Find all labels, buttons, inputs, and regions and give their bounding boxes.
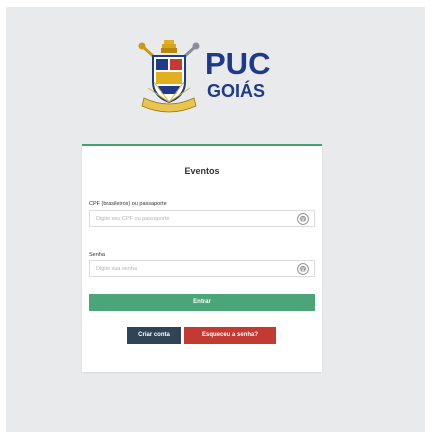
card-title: Eventos [184,166,220,176]
senha-label: Senha [89,252,105,258]
cpf-input[interactable] [90,211,296,226]
entrar-button[interactable]: Entrar [89,294,315,311]
puc-goias-logo: PUC GOIÁS [134,38,284,116]
fingerprint-icon[interactable] [297,213,309,225]
criar-conta-button[interactable]: Criar conta [127,327,181,344]
login-card: Eventos CPF (brasileiros) ou passaporte … [82,144,322,372]
puc-goias-crest-icon [138,40,200,113]
esqueceu-senha-button[interactable]: Esqueceu a senha? [184,327,276,344]
cpf-field [89,210,315,227]
brand-name-goias: GOIÁS [207,81,266,101]
cpf-label: CPF (brasileiros) ou passaporte [89,201,167,207]
senha-input[interactable] [90,261,296,276]
brand-name-puc: PUC [205,46,271,81]
senha-field [89,260,315,277]
fingerprint-icon[interactable] [297,263,309,275]
